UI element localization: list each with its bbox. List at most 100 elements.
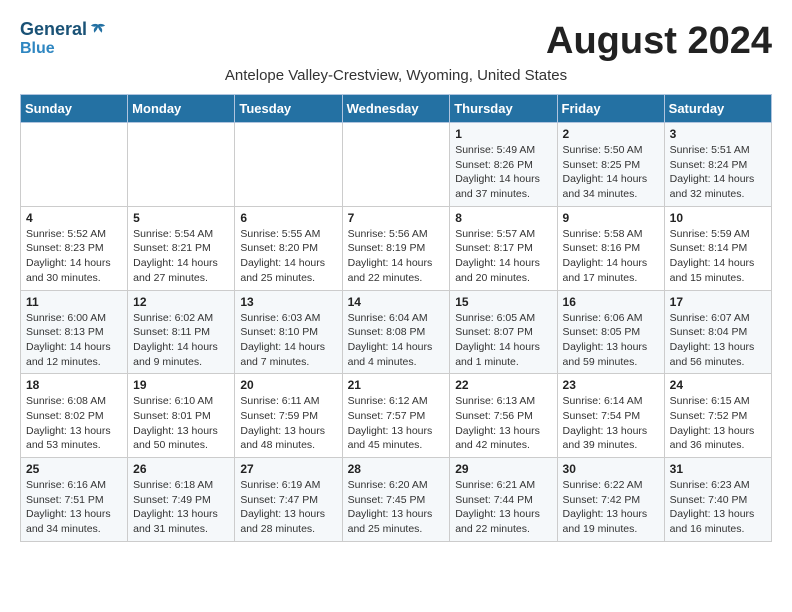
day-number: 11 [26, 295, 122, 309]
day-info: Sunrise: 6:06 AMSunset: 8:05 PMDaylight:… [563, 311, 659, 370]
calendar-cell: 8 Sunrise: 5:57 AMSunset: 8:17 PMDaylight… [450, 206, 557, 290]
calendar-cell: 29Sunrise: 6:21 AMSunset: 7:44 PMDayligh… [450, 458, 557, 542]
day-info: Sunrise: 6:03 AMSunset: 8:10 PMDaylight:… [240, 311, 336, 370]
day-number: 15 [455, 295, 551, 309]
calendar-cell: 13 Sunrise: 6:03 AMSunset: 8:10 PMDayligh… [235, 290, 342, 374]
calendar-cell: 5 Sunrise: 5:54 AMSunset: 8:21 PMDaylight… [128, 206, 235, 290]
col-header-thursday: Thursday [450, 95, 557, 123]
day-number: 10 [670, 211, 766, 225]
day-info: Sunrise: 6:20 AMSunset: 7:45 PMDaylight:… [348, 478, 445, 537]
day-info: Sunrise: 6:15 AMSunset: 7:52 PMDaylight:… [670, 394, 766, 453]
day-info: Sunrise: 6:23 AMSunset: 7:40 PMDaylight:… [670, 478, 766, 537]
day-info: Sunrise: 5:54 AMSunset: 8:21 PMDaylight:… [133, 227, 229, 286]
day-number: 19 [133, 378, 229, 392]
day-number: 31 [670, 462, 766, 476]
day-info: Sunrise: 6:10 AMSunset: 8:01 PMDaylight:… [133, 394, 229, 453]
day-info: Sunrise: 5:56 AMSunset: 8:19 PMDaylight:… [348, 227, 445, 286]
day-number: 7 [348, 211, 445, 225]
day-info: Sunrise: 6:00 AMSunset: 8:13 PMDaylight:… [26, 311, 122, 370]
day-info: Sunrise: 5:59 AMSunset: 8:14 PMDaylight:… [670, 227, 766, 286]
calendar-cell: 27 Sunrise: 6:19 AMSunset: 7:47 PMDayligh… [235, 458, 342, 542]
day-number: 18 [26, 378, 122, 392]
calendar-cell: 30 Sunrise: 6:22 AMSunset: 7:42 PMDayligh… [557, 458, 664, 542]
day-info: Sunrise: 5:51 AMSunset: 8:24 PMDaylight:… [670, 143, 766, 202]
calendar-cell [128, 123, 235, 207]
logo-bird-icon [89, 21, 107, 39]
calendar-table: SundayMondayTuesdayWednesdayThursdayFrid… [20, 94, 772, 542]
day-info: Sunrise: 6:19 AMSunset: 7:47 PMDaylight:… [240, 478, 336, 537]
day-number: 3 [670, 127, 766, 141]
day-info: Sunrise: 6:04 AMSunset: 8:08 PMDaylight:… [348, 311, 445, 370]
day-number: 6 [240, 211, 336, 225]
day-info: Sunrise: 6:13 AMSunset: 7:56 PMDaylight:… [455, 394, 551, 453]
calendar-cell: 28 Sunrise: 6:20 AMSunset: 7:45 PMDayligh… [342, 458, 450, 542]
day-number: 25 [26, 462, 122, 476]
day-number: 17 [670, 295, 766, 309]
day-number: 2 [563, 127, 659, 141]
day-info: Sunrise: 6:02 AMSunset: 8:11 PMDaylight:… [133, 311, 229, 370]
day-info: Sunrise: 5:50 AMSunset: 8:25 PMDaylight:… [563, 143, 659, 202]
logo-line1: General [20, 20, 87, 40]
calendar-cell: 31 Sunrise: 6:23 AMSunset: 7:40 PMDayligh… [664, 458, 771, 542]
calendar-cell: 18 Sunrise: 6:08 AMSunset: 8:02 PMDayligh… [21, 374, 128, 458]
calendar-cell [342, 123, 450, 207]
day-number: 26 [133, 462, 229, 476]
day-info: Sunrise: 5:55 AMSunset: 8:20 PMDaylight:… [240, 227, 336, 286]
day-info: Sunrise: 6:11 AMSunset: 7:59 PMDaylight:… [240, 394, 336, 453]
day-number: 1 [455, 127, 551, 141]
logo: General Blue [20, 20, 107, 57]
day-number: 9 [563, 211, 659, 225]
calendar-cell: 7 Sunrise: 5:56 AMSunset: 8:19 PMDaylight… [342, 206, 450, 290]
calendar-cell: 6 Sunrise: 5:55 AMSunset: 8:20 PMDaylight… [235, 206, 342, 290]
day-info: Sunrise: 5:57 AMSunset: 8:17 PMDaylight:… [455, 227, 551, 286]
calendar-cell: 4 Sunrise: 5:52 AMSunset: 8:23 PMDaylight… [21, 206, 128, 290]
day-info: Sunrise: 6:08 AMSunset: 8:02 PMDaylight:… [26, 394, 122, 453]
day-number: 20 [240, 378, 336, 392]
day-info: Sunrise: 6:14 AMSunset: 7:54 PMDaylight:… [563, 394, 659, 453]
day-number: 4 [26, 211, 122, 225]
col-header-saturday: Saturday [664, 95, 771, 123]
calendar-cell: 22 Sunrise: 6:13 AMSunset: 7:56 PMDayligh… [450, 374, 557, 458]
col-header-monday: Monday [128, 95, 235, 123]
col-header-wednesday: Wednesday [342, 95, 450, 123]
day-info: Sunrise: 6:22 AMSunset: 7:42 PMDaylight:… [563, 478, 659, 537]
calendar-cell: 1 Sunrise: 5:49 AMSunset: 8:26 PMDaylight… [450, 123, 557, 207]
day-info: Sunrise: 5:52 AMSunset: 8:23 PMDaylight:… [26, 227, 122, 286]
calendar-cell: 10 Sunrise: 5:59 AMSunset: 8:14 PMDayligh… [664, 206, 771, 290]
calendar-cell: 11 Sunrise: 6:00 AMSunset: 8:13 PMDayligh… [21, 290, 128, 374]
col-header-tuesday: Tuesday [235, 95, 342, 123]
day-info: Sunrise: 5:49 AMSunset: 8:26 PMDaylight:… [455, 143, 551, 202]
day-info: Sunrise: 6:16 AMSunset: 7:51 PMDaylight:… [26, 478, 122, 537]
calendar-cell: 20 Sunrise: 6:11 AMSunset: 7:59 PMDayligh… [235, 374, 342, 458]
calendar-cell: 3 Sunrise: 5:51 AMSunset: 8:24 PMDaylight… [664, 123, 771, 207]
month-title: August 2024 [546, 20, 772, 63]
calendar-cell: 15 Sunrise: 6:05 AMSunset: 8:07 PMDayligh… [450, 290, 557, 374]
day-number: 27 [240, 462, 336, 476]
day-info: Sunrise: 6:18 AMSunset: 7:49 PMDaylight:… [133, 478, 229, 537]
day-number: 21 [348, 378, 445, 392]
calendar-cell: 23 Sunrise: 6:14 AMSunset: 7:54 PMDayligh… [557, 374, 664, 458]
day-number: 28 [348, 462, 445, 476]
logo-line2: Blue [20, 40, 107, 58]
day-number: 5 [133, 211, 229, 225]
day-number: 23 [563, 378, 659, 392]
day-number: 22 [455, 378, 551, 392]
calendar-cell: 17 Sunrise: 6:07 AMSunset: 8:04 PMDayligh… [664, 290, 771, 374]
calendar-cell: 12 Sunrise: 6:02 AMSunset: 8:11 PMDayligh… [128, 290, 235, 374]
calendar-cell [235, 123, 342, 207]
calendar-cell: 25 Sunrise: 6:16 AMSunset: 7:51 PMDayligh… [21, 458, 128, 542]
day-number: 12 [133, 295, 229, 309]
day-number: 30 [563, 462, 659, 476]
day-number: 14 [348, 295, 445, 309]
calendar-cell: 26 Sunrise: 6:18 AMSunset: 7:49 PMDayligh… [128, 458, 235, 542]
day-number: 29 [455, 462, 551, 476]
col-header-friday: Friday [557, 95, 664, 123]
day-info: Sunrise: 5:58 AMSunset: 8:16 PMDaylight:… [563, 227, 659, 286]
calendar-cell: 14 Sunrise: 6:04 AMSunset: 8:08 PMDayligh… [342, 290, 450, 374]
day-number: 8 [455, 211, 551, 225]
calendar-cell: 21Sunrise: 6:12 AMSunset: 7:57 PMDayligh… [342, 374, 450, 458]
day-number: 13 [240, 295, 336, 309]
day-info: Sunrise: 6:05 AMSunset: 8:07 PMDaylight:… [455, 311, 551, 370]
day-number: 16 [563, 295, 659, 309]
day-info: Sunrise: 6:07 AMSunset: 8:04 PMDaylight:… [670, 311, 766, 370]
